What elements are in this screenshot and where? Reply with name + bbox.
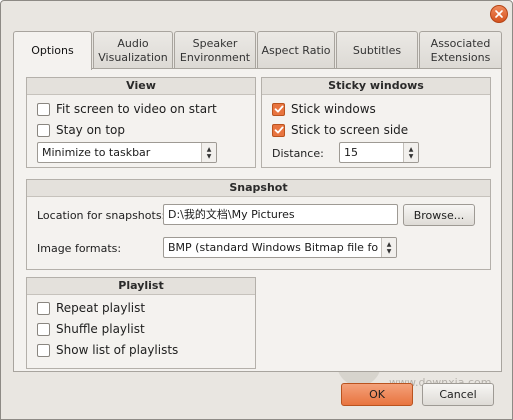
sticky-windows-group: Sticky windows Stick windows Stick to sc… <box>261 77 491 168</box>
snapshot-group: Snapshot Location for snapshots: D:\我的文档… <box>26 179 491 270</box>
checkbox-box[interactable] <box>37 322 50 336</box>
stick-screen-side-checkbox[interactable]: Stick to screen side <box>272 121 408 139</box>
tab-audio-visualization[interactable]: Audio Visualization <box>93 31 173 69</box>
spin-arrows-icon[interactable]: ▲ ▼ <box>381 238 396 257</box>
checkmark-icon <box>274 105 283 113</box>
spin-arrows-icon[interactable]: ▲ ▼ <box>201 143 216 162</box>
distance-label: Distance: <box>272 147 324 160</box>
tab-subtitles[interactable]: Subtitles <box>336 31 418 69</box>
shuffle-playlist-checkbox[interactable]: Shuffle playlist <box>37 320 145 338</box>
repeat-playlist-checkbox[interactable]: Repeat playlist <box>37 299 145 317</box>
playlist-group: Playlist Repeat playlist Shuffle playlis… <box>26 277 256 369</box>
stick-screen-side-label: Stick to screen side <box>291 123 409 137</box>
tab-aspect-ratio[interactable]: Aspect Ratio <box>257 31 335 69</box>
checkbox-box-checked[interactable] <box>272 123 285 137</box>
checkmark-icon <box>274 126 283 134</box>
stay-on-top-checkbox[interactable]: Stay on top <box>37 121 125 139</box>
sticky-group-title: Sticky windows <box>262 78 490 95</box>
show-list-of-playlists-checkbox[interactable]: Show list of playlists <box>37 341 178 359</box>
image-formats-select[interactable]: BMP (standard Windows Bitmap file format… <box>163 237 397 258</box>
close-button[interactable] <box>490 5 508 23</box>
show-list-label: Show list of playlists <box>56 343 179 357</box>
shuffle-playlist-label: Shuffle playlist <box>56 322 145 336</box>
fit-screen-label: Fit screen to video on start <box>56 102 217 116</box>
image-formats-value: BMP (standard Windows Bitmap file format… <box>168 241 378 254</box>
spin-arrows-icon[interactable]: ▲ ▼ <box>403 143 418 162</box>
playlist-group-title: Playlist <box>27 278 255 295</box>
checkbox-box[interactable] <box>37 102 50 116</box>
close-icon <box>495 10 503 18</box>
image-formats-label: Image formats: <box>37 242 122 255</box>
location-value: D:\我的文档\My Pictures <box>168 208 295 221</box>
browse-button[interactable]: Browse... <box>403 204 475 226</box>
stay-on-top-label: Stay on top <box>56 123 126 137</box>
stick-windows-checkbox[interactable]: Stick windows <box>272 100 376 118</box>
checkbox-box[interactable] <box>37 301 50 315</box>
minimize-select-value: Minimize to taskbar <box>42 146 151 159</box>
options-dialog: Options Audio Visualization Speaker Envi… <box>0 0 513 420</box>
stick-windows-label: Stick windows <box>291 102 376 116</box>
cancel-button[interactable]: Cancel <box>422 383 494 406</box>
repeat-playlist-label: Repeat playlist <box>56 301 146 315</box>
snapshot-group-title: Snapshot <box>27 180 490 197</box>
view-group: View Fit screen to video on start Stay o… <box>26 77 256 168</box>
ok-button[interactable]: OK <box>341 383 413 406</box>
checkbox-box[interactable] <box>37 343 50 357</box>
options-panel: View Fit screen to video on start Stay o… <box>13 68 502 372</box>
view-group-title: View <box>27 78 255 95</box>
checkbox-box[interactable] <box>37 123 50 137</box>
distance-value: 15 <box>344 146 358 159</box>
location-input[interactable]: D:\我的文档\My Pictures <box>163 204 398 225</box>
checkbox-box-checked[interactable] <box>272 102 285 116</box>
minimize-select[interactable]: Minimize to taskbar ▲ ▼ <box>37 142 217 163</box>
tab-options[interactable]: Options <box>13 31 92 70</box>
fit-screen-checkbox[interactable]: Fit screen to video on start <box>37 100 217 118</box>
location-label: Location for snapshots: <box>37 209 166 222</box>
tab-associated-extensions[interactable]: Associated Extensions <box>419 31 502 69</box>
distance-spinbox[interactable]: 15 ▲ ▼ <box>339 142 419 163</box>
tab-speaker-environment[interactable]: Speaker Environment <box>174 31 256 69</box>
